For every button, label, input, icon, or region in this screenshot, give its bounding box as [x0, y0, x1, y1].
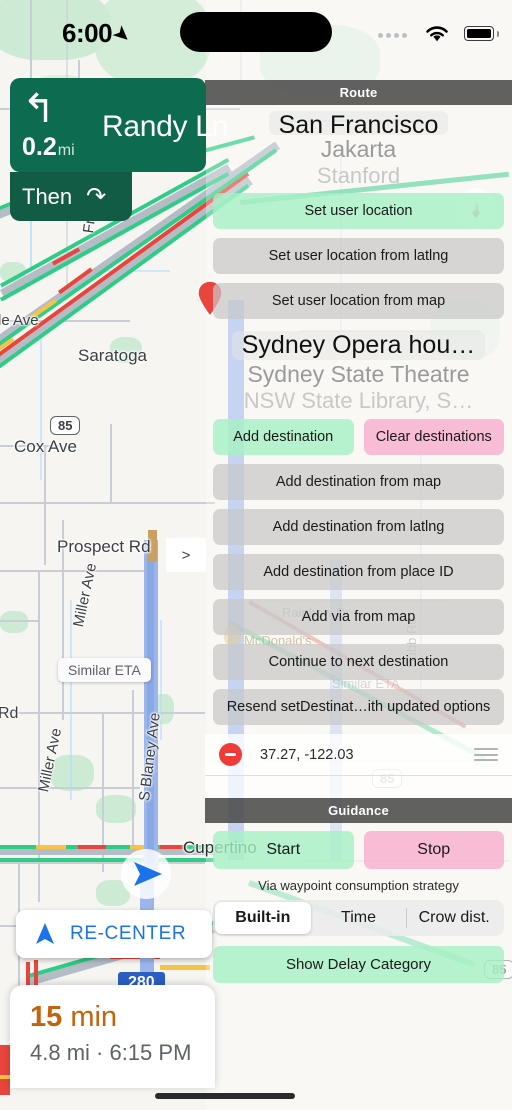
turn-right-arrow-icon: ↷ — [86, 183, 107, 210]
user-location-picker-selected[interactable]: San Francisco — [268, 111, 449, 135]
strategy-option-crow-dist[interactable]: Crow dist. — [406, 902, 502, 934]
destination-picker-after[interactable]: NSW State Library, S… — [244, 388, 473, 414]
eta-duration: 15 min — [30, 1001, 195, 1034]
recenter-label: RE-CENTER — [70, 923, 187, 944]
nav-primary-instruction: ↰ Randy Ln 0.2mi — [10, 78, 228, 172]
set-user-location-button[interactable]: Set user location — [213, 193, 504, 229]
chevron-right-icon: > — [181, 546, 191, 564]
eta-details: 4.8 mi · 6:15 PM — [30, 1040, 192, 1065]
home-indicator — [155, 1093, 295, 1099]
destination-picker-next[interactable]: Sydney State Theatre — [247, 361, 469, 388]
waypoint-strategy-segmented-control[interactable]: Built-in Time Crow dist. — [213, 900, 504, 936]
set-user-location-from-map-button[interactable]: Set user location from map — [213, 283, 504, 319]
add-via-from-map-button[interactable]: Add via from map — [213, 599, 504, 635]
recenter-button[interactable]: RE-CENTER — [16, 910, 213, 958]
strategy-option-built-in[interactable]: Built-in — [215, 902, 311, 934]
strategy-option-time[interactable]: Time — [311, 902, 407, 934]
user-location-picker[interactable]: San Francisco Jakarta Stanford — [213, 111, 504, 189]
demo-control-panel[interactable]: Route San Francisco Jakarta Stanford Set… — [205, 80, 512, 1110]
waypoint-strategy-label: Via waypoint consumption strategy — [258, 878, 459, 893]
nav-distance-value: 0.2 — [22, 133, 57, 161]
set-user-location-from-latlng-button[interactable]: Set user location from latlng — [213, 238, 504, 274]
waypoint-list-spacer — [205, 776, 512, 798]
nav-then-label: Then — [22, 183, 73, 209]
add-destination-from-latlng-button[interactable]: Add destination from latlng — [213, 509, 504, 545]
delete-minus-icon[interactable] — [219, 743, 242, 766]
eta-duration-unit: min — [70, 1001, 118, 1033]
guidance-actions-row: Start Stop — [213, 831, 504, 869]
add-destination-from-place-id-button[interactable]: Add destination from place ID — [213, 554, 504, 590]
similar-eta-callout[interactable]: Similar ETA — [58, 658, 151, 682]
nav-then-row: Then ↷ — [10, 172, 132, 221]
waypoint-row[interactable]: 37.27, -122.03 — [205, 734, 512, 776]
add-destination-from-map-button[interactable]: Add destination from map — [213, 464, 504, 500]
map-label-prospect-rd: Prospect Rd — [57, 537, 151, 556]
turn-left-arrow-icon: ↰ — [22, 87, 56, 131]
eta-card[interactable]: 15 min 4.8 mi · 6:15 PM — [10, 985, 215, 1088]
stop-guidance-button[interactable]: Stop — [363, 831, 504, 869]
drag-handle-icon[interactable] — [474, 748, 498, 761]
navigation-banner[interactable]: ↰ Randy Ln 0.2mi Then ↷ — [10, 78, 228, 221]
user-location-picker-after[interactable]: Stanford — [317, 163, 400, 189]
nav-distance-unit: mi — [57, 142, 75, 159]
highway-shield-85-a: 85 — [50, 416, 81, 435]
waypoint-coordinates: 37.27, -122.03 — [260, 746, 354, 763]
eta-duration-value: 15 — [30, 1001, 63, 1033]
guidance-section-header: Guidance — [205, 798, 512, 823]
start-guidance-button[interactable]: Start — [213, 831, 354, 869]
destination-picker[interactable]: Sydney Opera hou… Sydney State Theatre N… — [213, 331, 504, 415]
continue-to-next-destination-button[interactable]: Continue to next destination — [213, 644, 504, 680]
destination-picker-selected[interactable]: Sydney Opera hou… — [231, 331, 486, 360]
recenter-arrow-icon — [36, 923, 54, 944]
nav-street-name: Randy Ln — [102, 110, 229, 143]
navigation-puck-icon[interactable] — [120, 848, 172, 900]
clear-destinations-button[interactable]: Clear destinations — [363, 419, 504, 455]
destination-actions-row: Add destination Clear destinations — [213, 419, 504, 455]
route-chevron-button[interactable]: > — [166, 538, 206, 572]
resend-set-destination-button[interactable]: Resend setDestinat…ith updated options — [213, 689, 504, 725]
route-section-header: Route — [205, 80, 512, 105]
add-destination-button[interactable]: Add destination — [213, 419, 354, 455]
map-label-rd: Rd — [0, 705, 19, 722]
user-location-picker-next[interactable]: Jakarta — [321, 136, 396, 163]
show-delay-category-button[interactable]: Show Delay Category — [213, 946, 504, 983]
